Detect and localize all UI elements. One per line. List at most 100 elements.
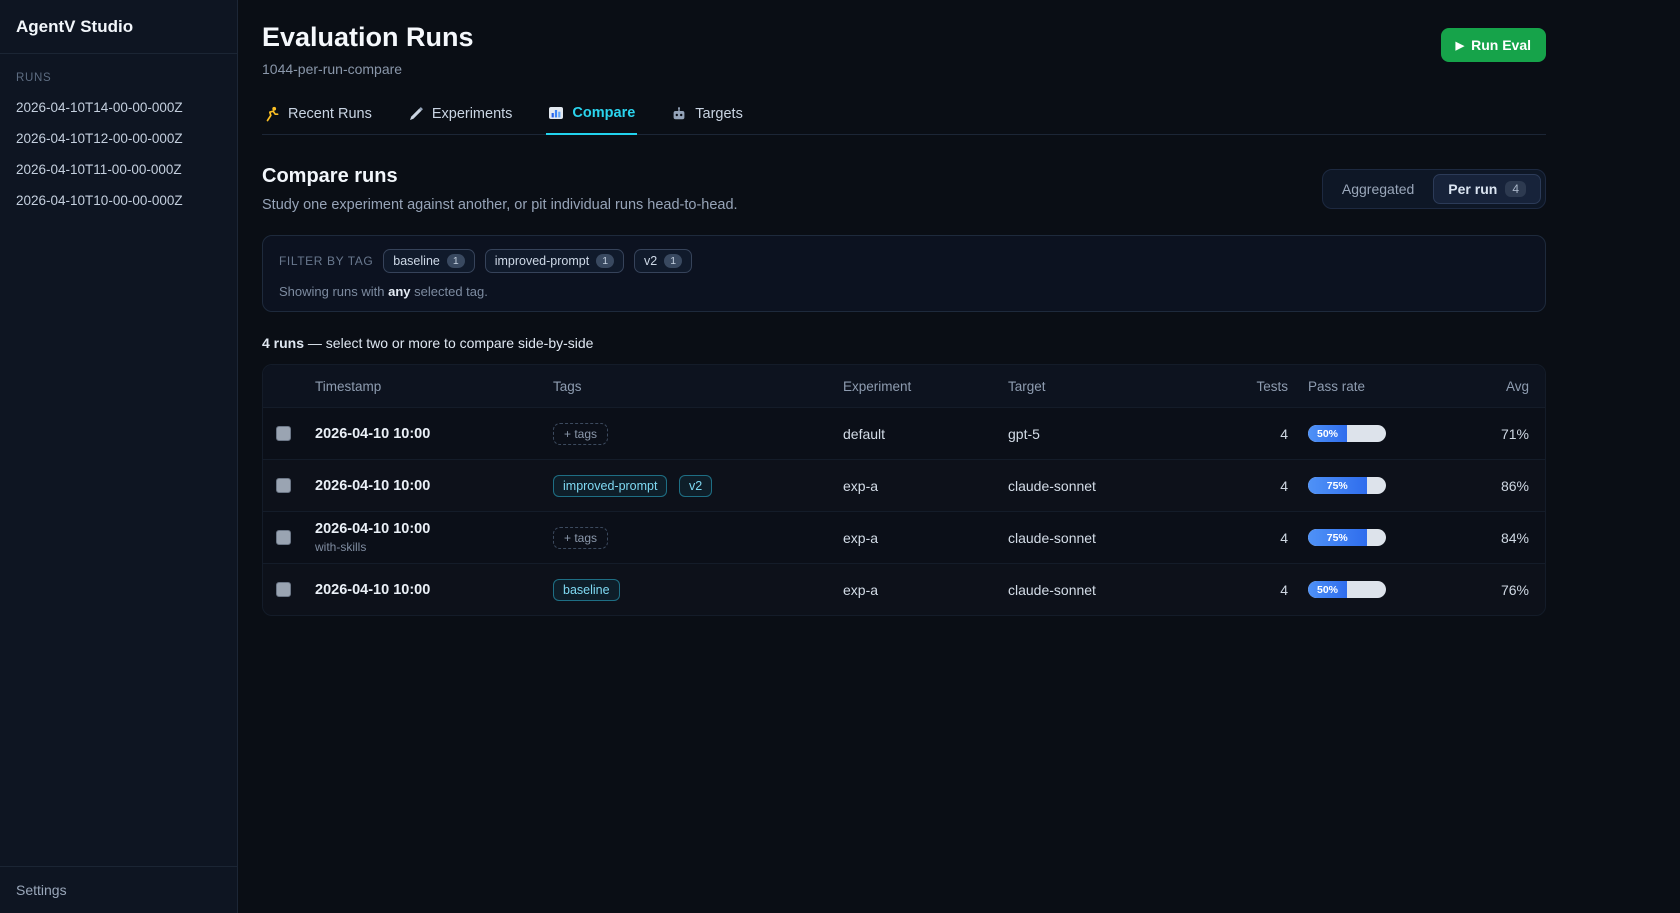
tab-experiments[interactable]: Experiments (406, 103, 515, 134)
run-tag-chip[interactable]: improved-prompt (553, 475, 667, 497)
runner-icon (264, 106, 280, 122)
tab-targets[interactable]: Targets (669, 103, 745, 134)
toggle-aggregated[interactable]: Aggregated (1327, 174, 1429, 204)
per-run-count-badge: 4 (1505, 181, 1526, 197)
run-avg: 86% (1478, 478, 1545, 494)
filter-label: FILTER BY TAG (279, 254, 373, 268)
run-target: claude-sonnet (1008, 582, 1238, 598)
tag-name: baseline (393, 254, 440, 268)
run-eval-button[interactable]: ▶ Run Eval (1441, 28, 1546, 62)
page-title: Evaluation Runs (262, 22, 474, 53)
table-row[interactable]: 2026-04-10 10:00 improved-prompt v2 exp-… (263, 459, 1545, 511)
table-row[interactable]: 2026-04-10 10:00 baseline exp-a claude-s… (263, 563, 1545, 615)
add-tags-button[interactable]: + tags (553, 527, 608, 549)
pencil-icon (408, 106, 424, 122)
run-tests: 4 (1238, 530, 1308, 546)
run-tests: 4 (1238, 426, 1308, 442)
robot-icon (671, 106, 687, 122)
col-header-experiment: Experiment (843, 379, 1008, 394)
tab-bar: Recent Runs Experiments Compare Targets (262, 103, 1546, 135)
table-row[interactable]: 2026-04-10 10:00 + tags default gpt-5 4 … (263, 407, 1545, 459)
tag-filter-improved-prompt[interactable]: improved-prompt 1 (485, 249, 624, 273)
row-checkbox[interactable] (276, 530, 291, 545)
col-header-tests: Tests (1238, 379, 1308, 394)
run-tests: 4 (1238, 582, 1308, 598)
tab-label: Targets (695, 106, 743, 122)
pass-rate-label: 75% (1327, 480, 1348, 492)
pass-rate-bar: 50% (1308, 581, 1386, 598)
sidebar-run-item[interactable]: 2026-04-10T11-00-00-000Z (0, 154, 237, 185)
run-timestamp: 2026-04-10 10:00 (315, 478, 543, 494)
pass-rate-bar: 75% (1308, 529, 1386, 546)
toggle-per-run[interactable]: Per run 4 (1433, 174, 1541, 204)
run-avg: 84% (1478, 530, 1545, 546)
run-timestamp: 2026-04-10 10:00 (315, 426, 543, 442)
sidebar: AgentV Studio RUNS 2026-04-10T14-00-00-0… (0, 0, 238, 913)
tab-label: Recent Runs (288, 106, 372, 122)
play-icon: ▶ (1456, 39, 1464, 52)
run-experiment: exp-a (843, 478, 1008, 494)
run-tests: 4 (1238, 478, 1308, 494)
run-avg: 76% (1478, 582, 1545, 598)
run-target: claude-sonnet (1008, 530, 1238, 546)
run-experiment: exp-a (843, 530, 1008, 546)
tab-recent-runs[interactable]: Recent Runs (262, 103, 374, 134)
view-toggle: Aggregated Per run 4 (1322, 169, 1546, 209)
run-subtitle: with-skills (315, 540, 543, 554)
tag-count-badge: 1 (447, 254, 465, 268)
col-header-avg: Avg (1478, 379, 1545, 394)
run-timestamp: 2026-04-10 10:00 (315, 582, 543, 598)
run-experiment: default (843, 426, 1008, 442)
run-tag-chip[interactable]: v2 (679, 475, 712, 497)
run-target: claude-sonnet (1008, 478, 1238, 494)
sidebar-section-label: RUNS (0, 54, 237, 92)
tag-filter-panel: FILTER BY TAG baseline 1 improved-prompt… (262, 235, 1546, 312)
run-eval-label: Run Eval (1471, 37, 1531, 53)
page-subtitle: 1044-per-run-compare (262, 61, 474, 77)
row-checkbox[interactable] (276, 582, 291, 597)
tab-label: Compare (572, 105, 635, 121)
tab-compare[interactable]: Compare (546, 103, 637, 135)
tab-label: Experiments (432, 106, 513, 122)
table-header-row: Timestamp Tags Experiment Target Tests P… (263, 365, 1545, 407)
run-timestamp: 2026-04-10 10:00 (315, 521, 543, 537)
runs-table: Timestamp Tags Experiment Target Tests P… (262, 364, 1546, 616)
add-tags-button[interactable]: + tags (553, 423, 608, 445)
filter-note: Showing runs with any selected tag. (279, 284, 1529, 299)
sidebar-run-item[interactable]: 2026-04-10T10-00-00-000Z (0, 185, 237, 216)
filter-note-emphasis: any (388, 284, 410, 299)
col-header-pass-rate: Pass rate (1308, 379, 1478, 394)
pass-rate-bar: 50% (1308, 425, 1386, 442)
run-avg: 71% (1478, 426, 1545, 442)
toggle-per-run-label: Per run (1448, 181, 1497, 197)
col-header-target: Target (1008, 379, 1238, 394)
tag-count-badge: 1 (664, 254, 682, 268)
pass-rate-bar: 75% (1308, 477, 1386, 494)
sidebar-spacer (0, 216, 237, 866)
tag-name: v2 (644, 254, 657, 268)
sidebar-run-item[interactable]: 2026-04-10T12-00-00-000Z (0, 123, 237, 154)
app-title: AgentV Studio (0, 0, 237, 54)
run-experiment: exp-a (843, 582, 1008, 598)
bar-chart-icon (548, 105, 564, 121)
main-content: Evaluation Runs 1044-per-run-compare ▶ R… (238, 0, 1680, 913)
sidebar-item-settings[interactable]: Settings (0, 866, 237, 913)
run-tag-chip[interactable]: baseline (553, 579, 620, 601)
tag-name: improved-prompt (495, 254, 589, 268)
col-header-timestamp: Timestamp (315, 379, 553, 394)
compare-heading: Compare runs (262, 165, 738, 188)
row-checkbox[interactable] (276, 426, 291, 441)
pass-rate-label: 50% (1317, 428, 1338, 440)
run-target: gpt-5 (1008, 426, 1238, 442)
tag-filter-v2[interactable]: v2 1 (634, 249, 692, 273)
col-header-tags: Tags (553, 379, 843, 394)
row-checkbox[interactable] (276, 478, 291, 493)
compare-description: Study one experiment against another, or… (262, 197, 738, 213)
tag-filter-baseline[interactable]: baseline 1 (383, 249, 474, 273)
pass-rate-label: 75% (1327, 532, 1348, 544)
tag-count-badge: 1 (596, 254, 614, 268)
table-row[interactable]: 2026-04-10 10:00 with-skills + tags exp-… (263, 511, 1545, 563)
pass-rate-label: 50% (1317, 584, 1338, 596)
runs-summary: 4 runs — select two or more to compare s… (262, 335, 1546, 351)
sidebar-run-item[interactable]: 2026-04-10T14-00-00-000Z (0, 92, 237, 123)
